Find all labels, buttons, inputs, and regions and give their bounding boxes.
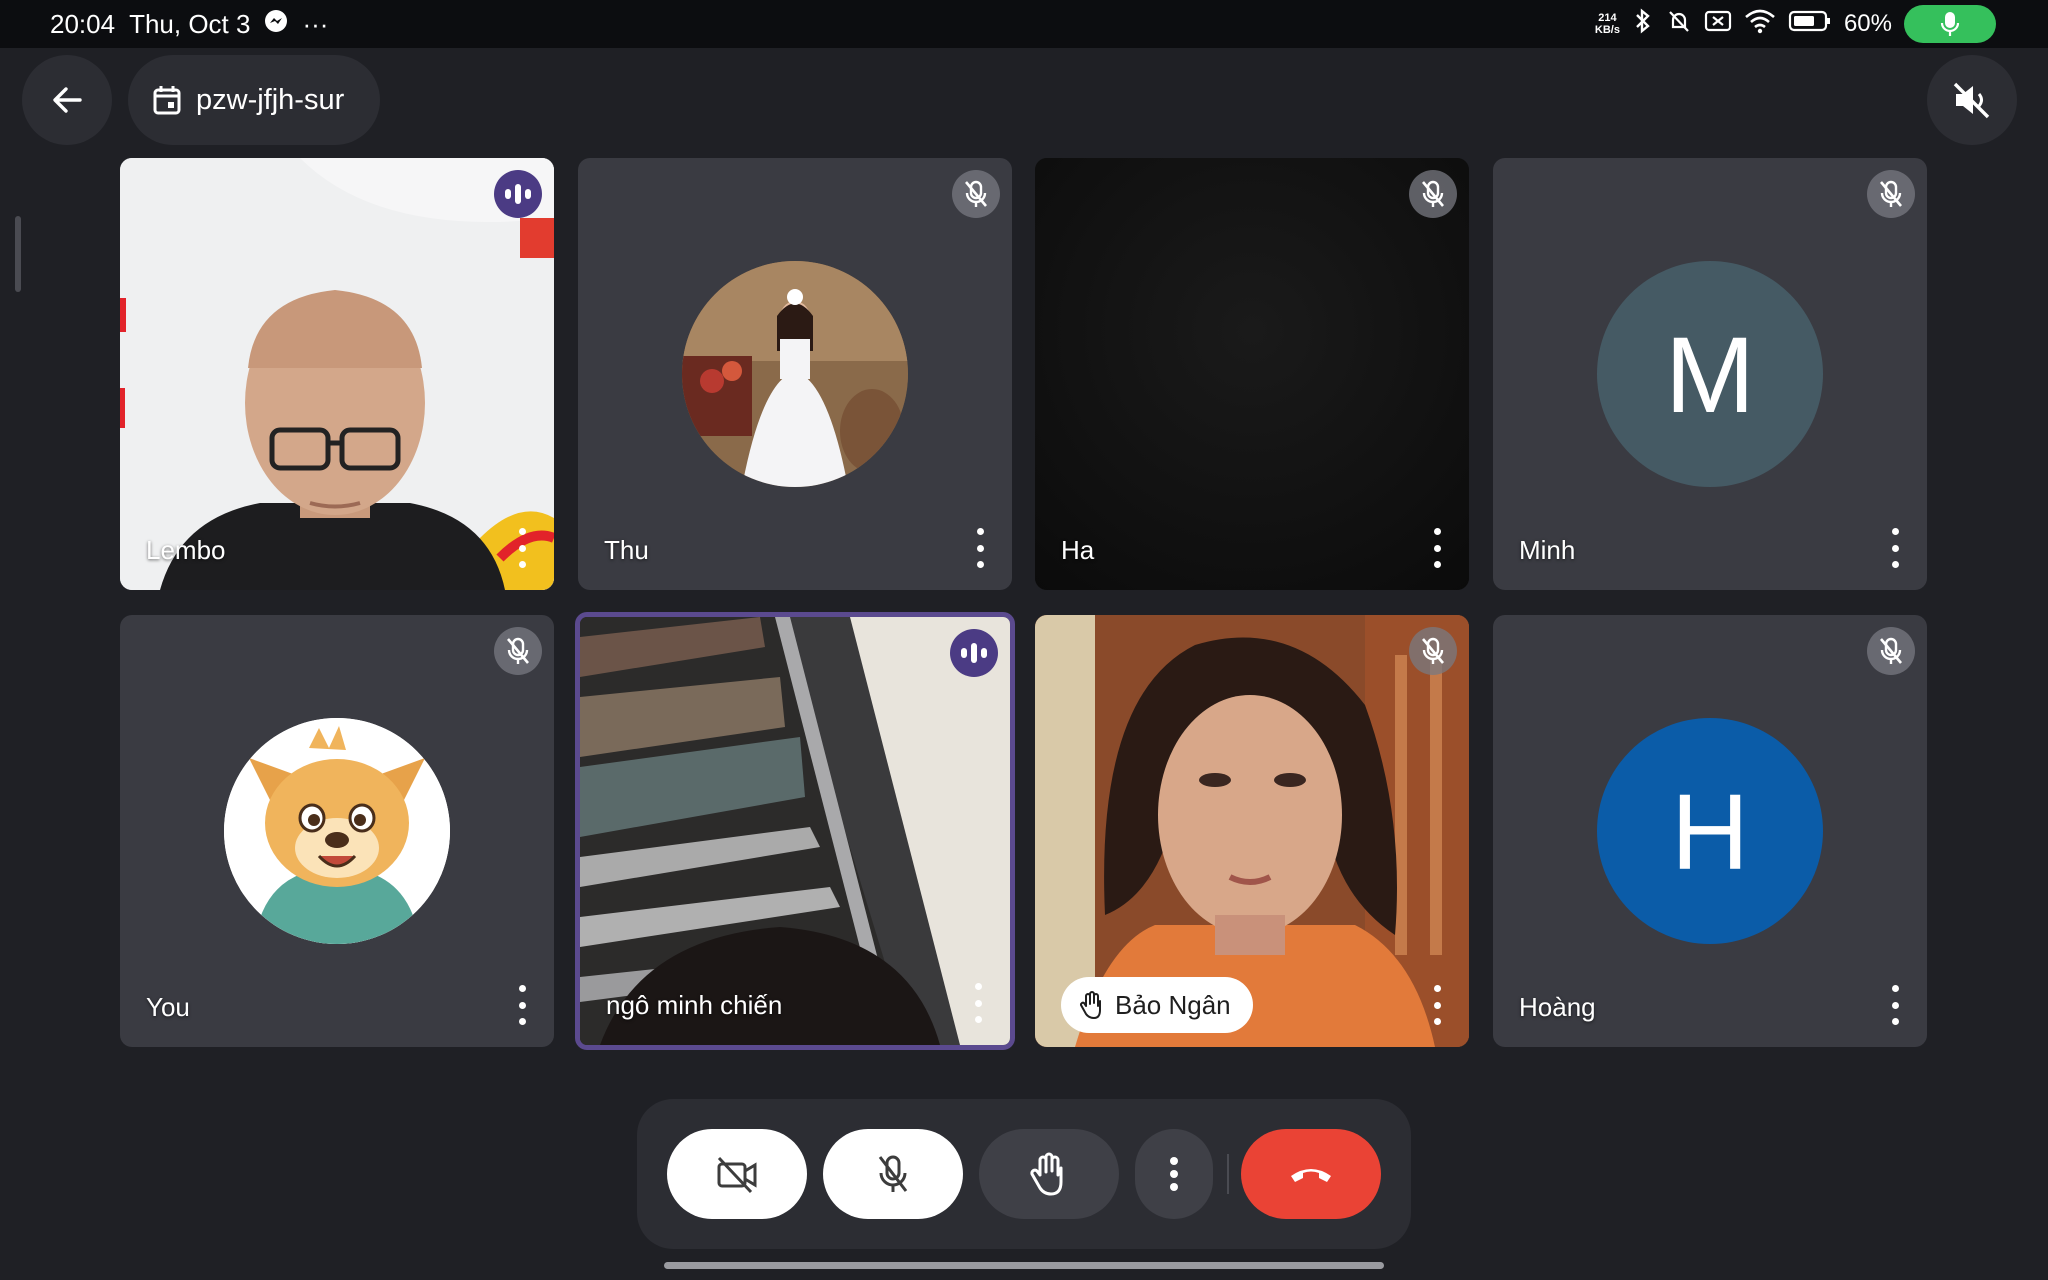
mic-off-icon [878,1155,908,1192]
back-button[interactable] [22,55,112,145]
speaking-indicator [494,170,542,218]
more-options-button[interactable] [1135,1129,1213,1219]
net-speed: 214 KB/s [1594,12,1620,36]
wifi-icon [1744,8,1776,41]
mic-off-badge [494,627,542,675]
mic-active-indicator[interactable] [1904,5,1996,43]
participant-name: Hoàng [1519,992,1596,1022]
speaking-indicator [950,629,998,677]
avatar [682,261,908,487]
no-sim-icon [1704,9,1732,40]
mic-active-icon [1940,12,1960,36]
speaker-toggle-button[interactable] [1927,55,2017,145]
mic-off-badge [952,170,1000,218]
bell-off-icon [1666,8,1692,41]
more-vert-icon[interactable] [514,528,530,568]
mic-toggle-button[interactable] [823,1129,963,1219]
participant-tile-active-speaker[interactable]: ngô minh chiến [575,612,1015,1050]
more-vert-icon[interactable] [1429,528,1445,568]
status-bar: 20:04 Thu, Oct 3 ··· 214 KB/s 60% [0,0,2048,48]
bluetooth-icon [1632,7,1654,41]
mic-off-icon [507,637,529,664]
more-vert-icon[interactable] [970,983,986,1023]
more-vert-icon[interactable] [1429,985,1445,1025]
hand-raised-chip: Bảo Ngân [1061,977,1253,1033]
end-call-icon [1291,1169,1331,1182]
participant-video [580,617,1010,1045]
camera-toggle-button[interactable] [667,1129,807,1219]
overflow-indicator: ··· [302,8,329,39]
participant-name: Bảo Ngân [1115,989,1231,1020]
scroll-indicator [15,216,21,292]
more-vert-icon[interactable] [1887,985,1903,1025]
more-vert-icon[interactable] [1887,528,1903,568]
arrow-left-icon [53,87,82,113]
mic-off-icon [965,180,987,207]
mic-off-badge [1409,627,1457,675]
participant-tile[interactable]: Thu [578,158,1012,590]
end-call-button[interactable] [1241,1129,1381,1219]
mic-off-badge [1409,170,1457,218]
mic-off-icon [1880,180,1902,207]
calendar-icon [153,86,181,115]
participant-video [120,158,554,590]
meeting-info-chip[interactable]: pzw-jfjh-sur [128,55,380,145]
date: Thu, Oct 3 [129,8,251,39]
clock: 20:04 [50,8,116,39]
participant-name: ngô minh chiến [606,990,783,1020]
meeting-code: pzw-jfjh-sur [196,83,345,116]
participant-name: You [146,992,190,1022]
participant-tile[interactable]: You [120,615,554,1047]
battery-icon [1788,9,1832,40]
battery-percent: 60% [1843,10,1892,37]
more-vert-icon[interactable] [972,528,988,568]
participant-video [1035,158,1469,590]
participant-tile[interactable]: Ha [1035,158,1469,590]
participant-name: Minh [1519,535,1576,565]
home-gesture-bar[interactable] [664,1262,1384,1269]
participant-tile[interactable]: Lembo [120,158,554,590]
camera-off-icon [717,1156,757,1194]
participant-name: Ha [1061,535,1095,565]
participant-name: Lembo [146,535,226,565]
messenger-icon [264,9,288,40]
raise-hand-button[interactable] [979,1129,1119,1219]
mic-off-icon [1880,637,1902,664]
participant-tile[interactable]: M Minh [1493,158,1927,590]
hand-icon [1030,1152,1063,1196]
avatar: H [1597,718,1823,944]
hand-icon [1080,991,1101,1020]
mic-off-badge [1867,170,1915,218]
avatar: M [1597,261,1823,487]
more-vert-icon[interactable] [514,985,530,1025]
call-controls-bar [637,1099,1411,1249]
speaker-off-icon [1953,82,1990,119]
mic-off-icon [1422,180,1444,207]
more-vert-icon [1169,1157,1179,1191]
mic-off-icon [1422,637,1444,664]
participant-name: Thu [604,535,649,565]
participant-tile[interactable]: H Hoàng [1493,615,1927,1047]
avatar [224,718,450,944]
divider [1227,1154,1229,1194]
participant-tile[interactable]: Bảo Ngân [1035,615,1469,1047]
mic-off-badge [1867,627,1915,675]
